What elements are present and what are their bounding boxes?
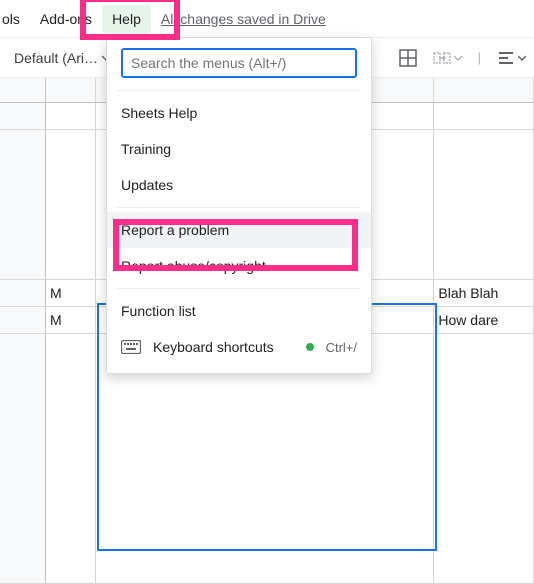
cell[interactable] [46, 130, 96, 279]
menu-item-label: Report abuse/copyright [121, 258, 357, 274]
help-dropdown: Sheets Help Training Updates Report a pr… [106, 37, 372, 374]
help-item-keyboard-shortcuts[interactable]: Keyboard shortcuts Ctrl+/ [107, 329, 371, 365]
menu-item-label: Keyboard shortcuts [153, 339, 294, 355]
row-header[interactable] [0, 334, 46, 583]
menu-bar: ols Add-ons Help All changes saved in Dr… [0, 0, 534, 38]
merge-cells-icon [433, 49, 451, 67]
help-item-report-problem[interactable]: Report a problem [107, 212, 371, 248]
column-header[interactable] [46, 78, 96, 102]
cell[interactable]: Blah Blah [434, 280, 534, 306]
cell[interactable]: M [46, 280, 96, 306]
merge-cells-button[interactable] [433, 49, 462, 67]
menu-help[interactable]: Help [102, 5, 151, 33]
menu-tools[interactable]: ols [2, 5, 30, 33]
align-left-icon [497, 49, 515, 67]
chevron-down-icon [518, 54, 526, 62]
row-header[interactable] [0, 307, 46, 333]
menu-item-label: Updates [121, 177, 357, 193]
toolbar-separator: | [478, 50, 481, 65]
menu-item-label: Report a problem [121, 222, 357, 238]
help-item-report-abuse[interactable]: Report abuse/copyright [107, 248, 371, 284]
menu-search-input[interactable] [121, 48, 357, 78]
menu-addons[interactable]: Add-ons [30, 5, 102, 33]
column-header[interactable] [434, 78, 534, 102]
row-header[interactable] [0, 130, 46, 279]
font-selector[interactable]: Default (Ari… [8, 46, 98, 70]
help-item-updates[interactable]: Updates [107, 167, 371, 203]
keyboard-icon [121, 340, 141, 354]
help-item-sheets-help[interactable]: Sheets Help [107, 95, 371, 131]
row-header[interactable] [0, 103, 46, 129]
cell[interactable] [46, 334, 96, 583]
borders-icon [399, 49, 417, 67]
chevron-down-icon [454, 54, 462, 62]
save-status[interactable]: All changes saved in Drive [161, 11, 326, 27]
select-all-corner[interactable] [0, 78, 46, 102]
divider [117, 90, 361, 91]
borders-button[interactable] [399, 49, 417, 67]
shortcut-hint: Ctrl+/ [326, 340, 357, 355]
cell[interactable]: How dare [434, 307, 534, 333]
menu-item-label: Function list [121, 303, 357, 319]
divider [117, 207, 361, 208]
help-item-function-list[interactable]: Function list [107, 293, 371, 329]
cell[interactable] [46, 103, 96, 129]
new-indicator-dot [306, 343, 314, 351]
cell[interactable] [434, 130, 534, 279]
divider [117, 288, 361, 289]
help-item-training[interactable]: Training [107, 131, 371, 167]
row-header[interactable] [0, 280, 46, 306]
cell[interactable] [434, 103, 534, 129]
menu-item-label: Sheets Help [121, 105, 357, 121]
menu-item-label: Training [121, 141, 357, 157]
cell[interactable]: M [46, 307, 96, 333]
cell[interactable] [434, 334, 534, 583]
horizontal-align-button[interactable] [497, 49, 526, 67]
